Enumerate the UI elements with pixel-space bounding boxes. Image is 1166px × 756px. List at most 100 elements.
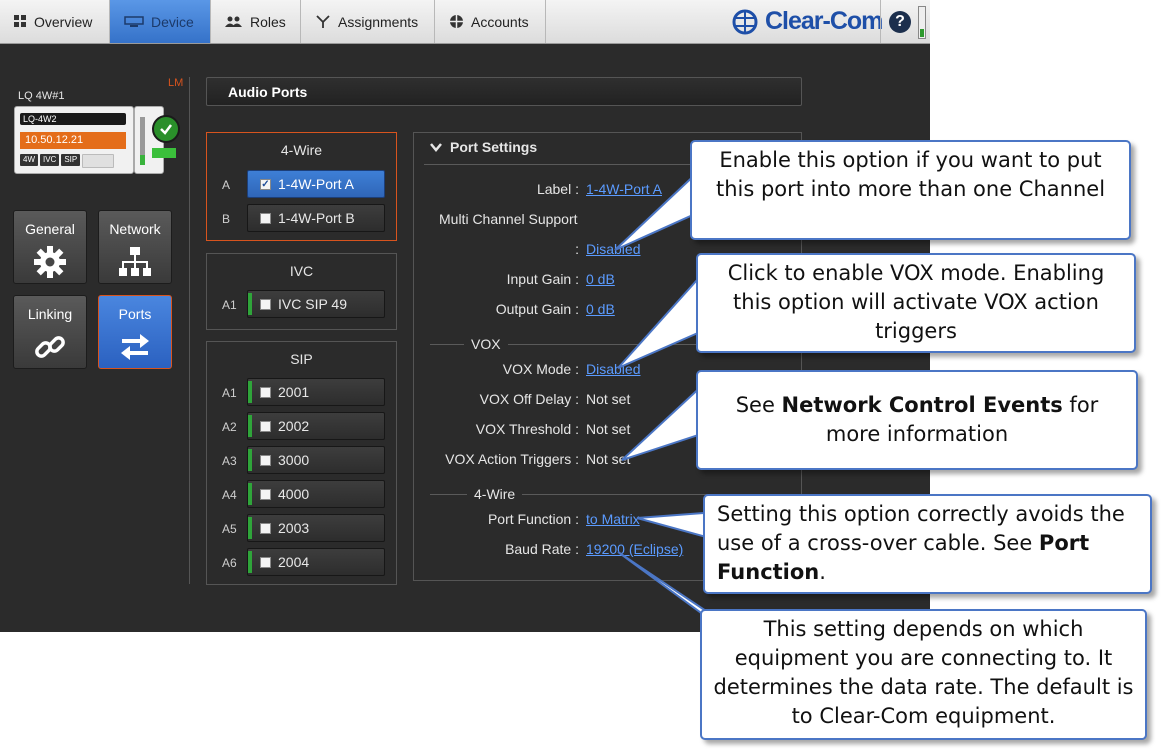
checkbox[interactable] — [260, 557, 271, 568]
setting-key: VOX Off Delay : — [479, 391, 579, 407]
port-name: 1-4W-Port A — [278, 176, 354, 192]
port-name: 2004 — [278, 554, 310, 570]
tab-assignments[interactable]: Assignments — [301, 0, 435, 43]
checkbox[interactable] — [260, 387, 271, 398]
tab-device-label: Device — [151, 13, 194, 30]
port-name: 4000 — [278, 486, 310, 502]
tab-roles[interactable]: Roles — [211, 0, 301, 43]
setting-value: Not set — [586, 391, 631, 407]
port-name: 2001 — [278, 384, 310, 400]
port-button-4w-a[interactable]: ✓ 1-4W-Port A — [247, 170, 385, 198]
vox-mode-link[interactable]: Disabled — [586, 361, 640, 377]
network-label: Network — [109, 221, 161, 237]
checkbox[interactable] — [260, 421, 271, 432]
ports-button[interactable]: Ports — [98, 295, 172, 369]
device-card[interactable]: LQ-4W2 10.50.12.21 4W IVC SIP — [14, 106, 134, 174]
fourwire-section-label: 4-Wire — [467, 486, 523, 502]
port-status-bar — [248, 551, 252, 573]
port-function-link[interactable]: to Matrix — [586, 511, 640, 527]
port-status-bar — [248, 293, 252, 315]
port-row: A2 2002 — [207, 412, 396, 442]
status-slider — [918, 6, 926, 39]
divider — [189, 77, 190, 584]
port-button-sip-a1[interactable]: 2001 — [247, 378, 385, 406]
baud-rate-link[interactable]: 19200 (Eclipse) — [586, 541, 683, 557]
port-settings-header[interactable]: Port Settings — [430, 139, 537, 155]
grid-icon — [14, 15, 26, 27]
chip-ivc: IVC — [40, 154, 60, 166]
setting-key: Multi Channel Support — [439, 211, 578, 227]
chevron-down-icon — [430, 142, 442, 152]
port-slot: A6 — [222, 556, 237, 570]
tab-accounts[interactable]: Accounts — [435, 0, 546, 43]
port-slot: A — [222, 178, 231, 192]
sip-group: SIP A1 2001 A2 2002 A3 3000 A4 4000 A5 2… — [206, 341, 397, 585]
checkbox[interactable] — [260, 489, 271, 500]
output-gain-link[interactable]: 0 dB — [586, 301, 615, 317]
setting-key: Label : — [536, 181, 579, 197]
tab-overview[interactable]: Overview — [0, 0, 110, 43]
port-row: B 1-4W-Port B — [207, 204, 396, 234]
port-button-sip-a5[interactable]: 2003 — [247, 514, 385, 542]
setting-key: Input Gain : — [506, 271, 579, 287]
setting-key: Output Gain : — [495, 301, 579, 317]
port-slot: A5 — [222, 522, 237, 536]
top-nav: Overview Device Roles Assignments Accoun… — [0, 0, 930, 44]
tab-roles-label: Roles — [250, 13, 286, 30]
port-status-bar — [248, 483, 252, 505]
port-slot: B — [222, 212, 231, 226]
callout-vox-mode: Click to enable VOX mode. Enabling this … — [696, 253, 1136, 353]
port-slot: A3 — [222, 454, 237, 468]
callout-bold: Network Control Events — [781, 393, 1063, 417]
device-card-name: LQ-4W2 — [20, 113, 126, 125]
setting-value: Not set — [586, 451, 631, 467]
port-name: 1-4W-Port B — [278, 210, 355, 226]
help-icon: ? — [889, 10, 911, 33]
swap-arrows-icon — [121, 334, 149, 360]
checkbox-checked[interactable]: ✓ — [260, 179, 271, 190]
port-button-4w-b[interactable]: 1-4W-Port B — [247, 204, 385, 232]
input-gain-link[interactable]: 0 dB — [586, 271, 615, 287]
label-value-link[interactable]: 1-4W-Port A — [586, 181, 662, 197]
port-row: A1 2001 — [207, 378, 396, 408]
port-name: 3000 — [278, 452, 310, 468]
globe-logo-icon — [732, 9, 758, 34]
checkbox[interactable] — [260, 213, 271, 224]
chip-empty — [82, 154, 115, 168]
ivc-group: IVC A1 IVC SIP 49 — [206, 253, 397, 330]
general-label: General — [25, 221, 75, 237]
brand-logo: Clear-Com — [732, 5, 883, 38]
checkbox[interactable] — [260, 299, 271, 310]
port-button-sip-a3[interactable]: 3000 — [247, 446, 385, 474]
port-status-bar — [248, 449, 252, 471]
device-name: LQ 4W#1 — [18, 90, 65, 102]
globe-icon — [450, 15, 463, 28]
tab-assignments-label: Assignments — [338, 13, 419, 30]
port-button-sip-a2[interactable]: 2002 — [247, 412, 385, 440]
tab-device[interactable]: Device — [110, 0, 211, 43]
checkbox[interactable] — [260, 523, 271, 534]
help-button[interactable]: ? — [880, 0, 919, 43]
device-badge: LM — [168, 77, 184, 89]
port-button-sip-a6[interactable]: 2004 — [247, 548, 385, 576]
chip-sip: SIP — [61, 154, 81, 166]
general-button[interactable]: General — [13, 210, 87, 284]
checkbox[interactable] — [260, 455, 271, 466]
network-button[interactable]: Network — [98, 210, 172, 284]
port-status-bar — [248, 517, 252, 539]
port-button-ivc-a1[interactable]: IVC SIP 49 — [247, 290, 385, 318]
port-row: A3 3000 — [207, 446, 396, 476]
port-button-sip-a4[interactable]: 4000 — [247, 480, 385, 508]
port-row: A1 IVC SIP 49 — [207, 290, 396, 320]
linking-button[interactable]: Linking — [13, 295, 87, 369]
setting-key: Baud Rate : — [505, 541, 579, 557]
port-row: A4 4000 — [207, 480, 396, 510]
multichannel-value-link[interactable]: Disabled — [586, 241, 640, 257]
network-icon — [119, 247, 151, 276]
ivc-title: IVC — [289, 263, 314, 279]
monitor-icon — [124, 15, 144, 27]
callout-baud-rate: This setting depends on which equipment … — [700, 609, 1147, 740]
fourwire-title: 4-Wire — [280, 142, 323, 158]
callout-text: . — [819, 560, 826, 584]
setting-key: Port Function : — [487, 511, 579, 527]
